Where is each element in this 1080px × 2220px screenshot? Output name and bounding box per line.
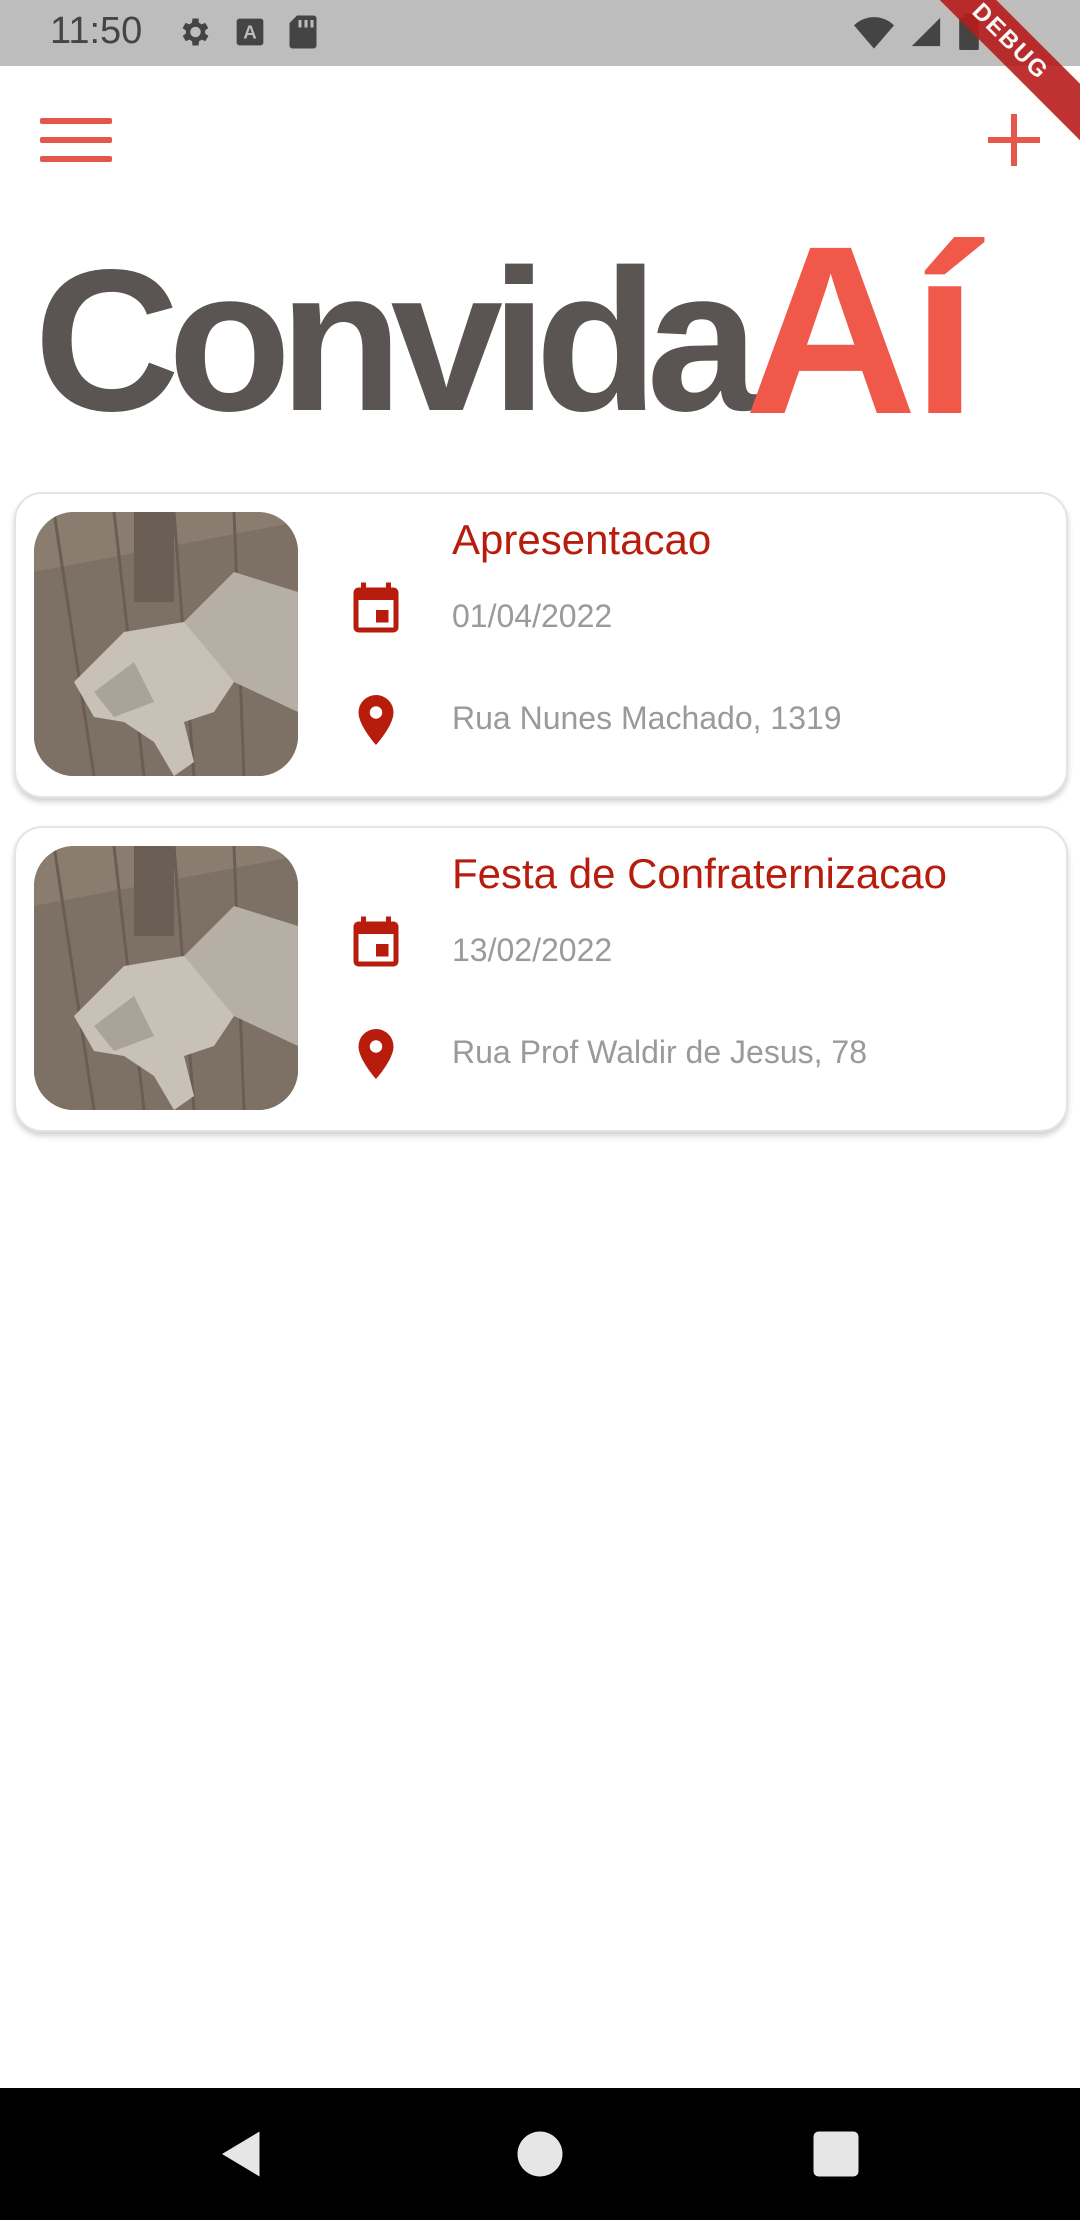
system-nav-bar bbox=[0, 2088, 1080, 2220]
menu-icon-bar bbox=[40, 156, 112, 162]
wifi-icon bbox=[854, 17, 894, 49]
keyboard-a-icon: A bbox=[236, 18, 264, 46]
event-image bbox=[34, 512, 298, 776]
event-image bbox=[34, 846, 298, 1110]
signal-icon bbox=[911, 17, 941, 47]
plus-icon bbox=[988, 114, 1040, 166]
calendar-icon bbox=[353, 582, 399, 633]
calendar-icon bbox=[353, 916, 399, 967]
event-title: Festa de Confraternizacao bbox=[452, 850, 947, 897]
svg-text:A: A bbox=[243, 22, 256, 43]
add-event-button[interactable] bbox=[986, 112, 1042, 168]
status-icons-left: A bbox=[176, 14, 318, 50]
sd-card-icon bbox=[289, 15, 317, 49]
gear-icon bbox=[182, 18, 209, 46]
status-bar: 11:50 A DEBUG bbox=[0, 0, 1080, 149]
event-address: Rua Nunes Machado, 1319 bbox=[452, 700, 842, 736]
back-icon[interactable] bbox=[212, 2124, 272, 2184]
event-title: Apresentacao bbox=[452, 516, 712, 563]
event-card[interactable]: Apresentacao 01/04/2022 Rua Nunes Machad… bbox=[14, 492, 1068, 798]
home-icon[interactable] bbox=[510, 2124, 570, 2184]
menu-button[interactable] bbox=[40, 118, 112, 168]
event-date: 01/04/2022 bbox=[452, 598, 613, 634]
recents-icon[interactable] bbox=[806, 2124, 866, 2184]
logo-word-convida: Convida bbox=[34, 227, 759, 453]
location-pin-icon bbox=[358, 695, 394, 745]
menu-icon-bar bbox=[40, 137, 112, 143]
event-date: 13/02/2022 bbox=[452, 932, 613, 968]
status-time: 11:50 bbox=[50, 10, 143, 52]
app-logo: Convida Aí bbox=[34, 196, 1024, 464]
menu-icon-bar bbox=[40, 118, 112, 124]
event-address: Rua Prof Waldir de Jesus, 78 bbox=[452, 1034, 867, 1070]
event-card[interactable]: Festa de Confraternizacao 13/02/2022 Rua… bbox=[14, 826, 1068, 1132]
event-list: Apresentacao 01/04/2022 Rua Nunes Machad… bbox=[14, 492, 1068, 1160]
logo-word-ai: Aí bbox=[744, 196, 978, 464]
location-pin-icon bbox=[358, 1029, 394, 1079]
